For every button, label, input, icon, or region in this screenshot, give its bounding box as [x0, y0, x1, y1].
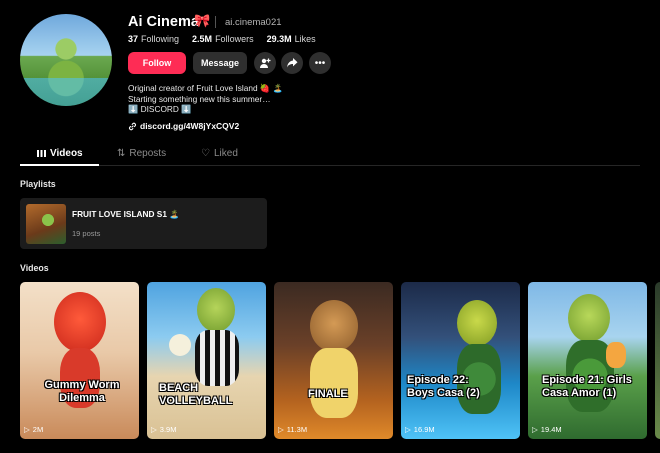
playlists-heading: Playlists [20, 179, 56, 189]
play-icon: ▷ [278, 425, 284, 434]
play-icon: ▷ [24, 425, 30, 434]
play-icon: ▷ [532, 425, 538, 434]
profile-avatar[interactable] [20, 14, 112, 106]
video-caption: BEACH VOLLEYBALL [159, 382, 233, 407]
message-button[interactable]: Message [193, 52, 247, 74]
followers-stat[interactable]: 2.5M Followers [192, 34, 254, 44]
link-text[interactable]: discord.gg/4W8jYxCQV2 [140, 121, 239, 131]
video-caption: Episode 21: Girls Casa Amor (1) [542, 374, 632, 399]
share-icon [287, 58, 298, 68]
follow-button[interactable]: Follow [128, 52, 186, 74]
playlist-title: FRUIT LOVE ISLAND S1 🏝️ [72, 209, 180, 219]
tab-videos[interactable]: Videos [37, 148, 83, 159]
video-card[interactable]: FINALE ▷ 11.3M [274, 282, 393, 439]
profile-name: Ai Cinema [128, 14, 199, 30]
profile-tabs: Videos ⇅ Reposts ♡ Liked [20, 147, 640, 166]
playlist-thumbnail [26, 204, 66, 244]
video-card[interactable] [655, 282, 660, 439]
more-button[interactable]: ••• [309, 52, 331, 74]
video-views: ▷ 3.9M [151, 425, 177, 434]
more-icon: ••• [314, 57, 326, 69]
video-caption: Gummy Worm Dilemma [44, 379, 120, 404]
tab-reposts[interactable]: ⇅ Reposts [117, 148, 166, 159]
playlist-card[interactable]: FRUIT LOVE ISLAND S1 🏝️ 19 posts [20, 198, 267, 249]
play-icon: ▷ [405, 425, 411, 434]
video-grid: Gummy Worm Dilemma ▷ 2M BEACH VOLLEYBALL … [20, 282, 660, 439]
video-views: ▷ 2M [24, 425, 44, 434]
repost-icon: ⇅ [117, 148, 126, 159]
profile-stats: 37 Following 2.5M Followers 29.3M Likes [128, 34, 316, 44]
active-tab-indicator [20, 164, 99, 166]
video-card[interactable]: Episode 22: Boys Casa (2) ▷ 16.9M [401, 282, 520, 439]
video-caption: Episode 22: Boys Casa (2) [407, 374, 480, 399]
following-stat[interactable]: 37 Following [128, 34, 179, 44]
bio-line: Starting something new this summer… [128, 93, 271, 104]
link-icon [128, 122, 137, 130]
playlist-count: 19 posts [72, 229, 101, 238]
videos-heading: Videos [20, 263, 49, 273]
likes-stat: 29.3M Likes [266, 34, 316, 44]
divider [215, 16, 216, 28]
name-badge-icon: 🎀 [194, 13, 211, 28]
video-views: ▷ 11.3M [278, 425, 308, 434]
profile-link[interactable]: discord.gg/4W8jYxCQV2 [128, 121, 239, 131]
video-caption: FINALE [308, 388, 348, 400]
profile-bio: Original creator of Fruit Love Island 🍓 … [128, 83, 283, 115]
bio-line: Original creator of Fruit Love Island 🍓 … [128, 83, 283, 93]
add-friend-button[interactable] [254, 52, 276, 74]
video-views: ▷ 19.4M [532, 425, 562, 434]
tab-liked[interactable]: ♡ Liked [201, 148, 238, 159]
video-views: ▷ 16.9M [405, 425, 435, 434]
video-card[interactable]: Gummy Worm Dilemma ▷ 2M [20, 282, 139, 439]
share-button[interactable] [281, 52, 303, 74]
grid-icon [37, 150, 46, 157]
bio-line: ⬇️ DISCORD ⬇️ [128, 104, 192, 114]
add-user-icon [260, 58, 271, 68]
play-icon: ▷ [151, 425, 157, 434]
heart-icon: ♡ [201, 148, 210, 159]
profile-handle: ai.cinema021 [225, 17, 282, 28]
video-card[interactable]: Episode 21: Girls Casa Amor (1) ▷ 19.4M [528, 282, 647, 439]
video-card[interactable]: BEACH VOLLEYBALL ▷ 3.9M [147, 282, 266, 439]
